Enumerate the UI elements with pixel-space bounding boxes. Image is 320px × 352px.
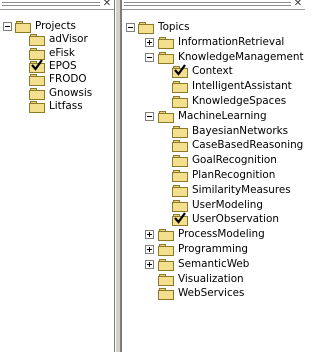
folder-icon — [172, 199, 189, 212]
folder-icon — [15, 21, 32, 33]
collapse-minus-icon[interactable] — [145, 111, 154, 121]
topic-item[interactable]: ProcessModeling — [122, 227, 305, 243]
project-item[interactable]: Litfass — [0, 99, 114, 115]
tree-node-label: ProcessModeling — [178, 228, 265, 241]
topic-item[interactable]: SemanticWeb — [122, 257, 305, 273]
tree-node-label: GoalRecognition — [192, 154, 277, 167]
tree-node-label: UserObservation — [192, 213, 279, 226]
tree-node-label: Litfass — [49, 99, 83, 112]
folder-icon — [29, 47, 46, 60]
folder-icon — [158, 258, 175, 271]
tree-node-label: InformationRetrieval — [178, 35, 285, 48]
topic-item[interactable]: KnowledgeSpaces — [122, 94, 305, 110]
folder-icon — [29, 100, 46, 113]
tree-node-label: WebServices — [178, 287, 245, 300]
tree-node-label: Topics — [158, 21, 190, 33]
tree-node-label: KnowledgeManagement — [178, 50, 304, 63]
checkmark-icon — [31, 59, 43, 71]
tree-node-label: adVisor — [49, 33, 88, 46]
folder-icon — [172, 170, 189, 182]
topic-item[interactable]: Programming — [122, 242, 305, 258]
topics-root-node[interactable]: Topics — [122, 20, 305, 36]
folder-icon — [158, 273, 175, 286]
folder-icon — [172, 155, 189, 168]
expand-plus-icon[interactable] — [145, 230, 154, 240]
tree-node-label: eFisk — [49, 46, 75, 59]
checked-folder-icon — [172, 212, 189, 227]
topic-item[interactable]: Visualization — [122, 272, 305, 288]
topics-tree: Topics InformationRetrieval KnowledgeManag… — [122, 0, 305, 352]
folder-icon — [138, 22, 155, 34]
folder-icon — [172, 140, 189, 153]
tree-node-label: SimilarityMeasures — [192, 183, 291, 196]
topics-panel: ✕ Topics InformationRetrieval KnowledgeMan… — [121, 0, 305, 352]
folder-icon — [158, 288, 175, 301]
topic-item[interactable]: UserModeling — [122, 198, 305, 214]
folder-icon — [158, 51, 175, 64]
tree-node-label: UserModeling — [192, 198, 263, 211]
expand-plus-icon[interactable] — [145, 37, 154, 47]
tree-node-label: IntelligentAssistant — [192, 80, 292, 93]
tree-node-label: Projects — [35, 20, 76, 32]
checkmark-icon — [174, 64, 186, 77]
topic-item[interactable]: WebServices — [122, 286, 305, 302]
tree-node-label: MachineLearning — [178, 109, 267, 122]
expand-plus-icon[interactable] — [145, 259, 154, 269]
topic-item[interactable]: CaseBasedReasoning — [122, 138, 305, 154]
checked-folder-icon — [172, 64, 189, 79]
topic-item[interactable]: IntelligentAssistant — [122, 79, 305, 95]
folder-icon — [29, 34, 46, 47]
folder-icon — [158, 244, 175, 256]
tree-node-label: Visualization — [178, 272, 244, 285]
folder-icon — [172, 81, 189, 94]
projects-tree: Projects adVisor eFisk EPOS FRODO Gnowsis Litf… — [0, 0, 114, 352]
tree-node-label: Gnowsis — [49, 86, 93, 99]
topic-item[interactable]: InformationRetrieval — [122, 35, 305, 51]
tree-node-label: PlanRecognition — [192, 169, 276, 181]
topic-item[interactable]: KnowledgeManagement — [122, 50, 305, 66]
folder-icon — [158, 229, 175, 242]
projects-panel: ✕ Projects adVisor eFisk EPOS FRODO Gnowsis Li… — [0, 0, 115, 352]
checked-folder-icon — [29, 59, 46, 73]
topic-item[interactable]: PlanRecognition — [122, 168, 305, 184]
tree-node-label: BayesianNetworks — [192, 124, 289, 137]
folder-icon — [172, 96, 189, 108]
tree-node-label: SemanticWeb — [178, 257, 250, 270]
tree-node-label: Context — [192, 65, 233, 78]
folder-icon — [158, 110, 175, 123]
folder-icon — [172, 184, 189, 197]
collapse-minus-icon[interactable] — [126, 23, 135, 32]
tree-node-label: KnowledgeSpaces — [192, 95, 287, 107]
expand-plus-icon[interactable] — [145, 245, 154, 254]
collapse-minus-icon[interactable] — [145, 52, 154, 62]
topic-item[interactable]: Context — [122, 64, 305, 80]
folder-icon — [172, 125, 189, 138]
tree-node-label: Programming — [178, 243, 249, 255]
folder-icon — [29, 74, 46, 87]
checkmark-icon — [174, 212, 186, 225]
folder-icon — [29, 87, 46, 100]
topic-item[interactable]: MachineLearning — [122, 109, 305, 125]
tree-node-label: CaseBasedReasoning — [192, 139, 304, 152]
topic-item[interactable]: UserObservation — [122, 212, 305, 228]
topic-item[interactable]: BayesianNetworks — [122, 124, 305, 140]
collapse-minus-icon[interactable] — [3, 22, 12, 31]
folder-icon — [158, 36, 175, 49]
topic-item[interactable]: GoalRecognition — [122, 153, 305, 169]
tree-node-label: FRODO — [49, 73, 87, 86]
topic-item[interactable]: SimilarityMeasures — [122, 183, 305, 199]
tree-node-label: EPOS — [49, 59, 77, 72]
